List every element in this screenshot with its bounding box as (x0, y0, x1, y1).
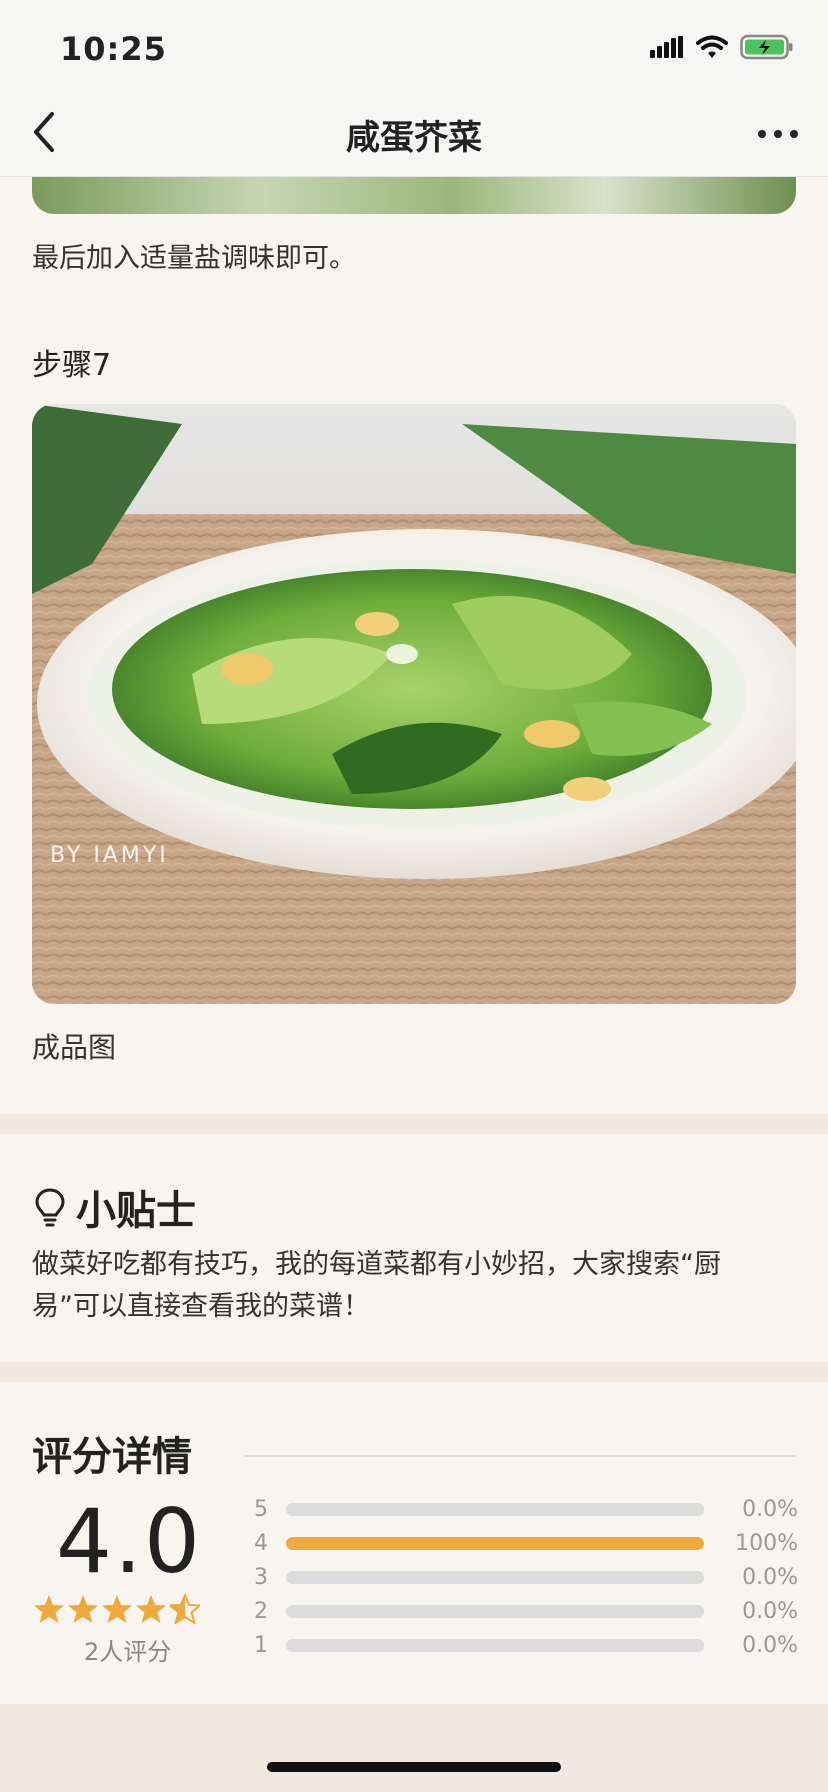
rating-row: 2 0.0% (254, 1594, 798, 1628)
previous-step-text: 最后加入适量盐调味即可。 (32, 243, 356, 274)
star-icon (136, 1595, 166, 1623)
signal-icon (650, 36, 683, 58)
battery-charging-icon (740, 34, 793, 60)
rating-row-label: 2 (254, 1598, 268, 1624)
rating-row-percent: 0.0% (742, 1496, 798, 1522)
home-indicator[interactable] (267, 1762, 561, 1772)
rating-bar (286, 1536, 704, 1550)
rating-row-percent: 0.0% (742, 1598, 798, 1624)
rating-divider-line (244, 1455, 796, 1457)
rating-bar (286, 1638, 704, 1652)
photo-watermark: BY IAMYI (50, 843, 169, 868)
rating-row-label: 4 (254, 1530, 268, 1556)
rating-distribution: 5 0.0% 4 100% 3 0.0% 2 0.0% 1 0.0% (254, 1492, 798, 1662)
previous-step-photo (32, 176, 796, 214)
star-rating (34, 1594, 200, 1624)
rating-row-percent: 0.0% (742, 1632, 798, 1658)
rating-bar-fill (286, 1536, 704, 1550)
page-title: 咸蛋芥菜 (346, 118, 482, 158)
more-dots-icon[interactable] (754, 112, 802, 152)
step-photo[interactable]: BY IAMYI (32, 404, 796, 1004)
star-icon (34, 1595, 64, 1623)
rating-count: 2人评分 (84, 1638, 172, 1666)
step-title: 步骤7 (32, 348, 112, 383)
step-caption: 成品图 (32, 1031, 117, 1064)
average-rating: 4.0 (56, 1490, 202, 1593)
lightbulb-icon (35, 1188, 65, 1227)
rating-row: 3 0.0% (254, 1560, 798, 1594)
status-time: 10:25 (60, 30, 167, 68)
tips-body: 做菜好吃都有技巧，我的每道菜都有小妙招，大家搜索“厨易”可以直接查看我的菜谱！ (32, 1249, 721, 1322)
tips-title: 小贴士 (76, 1188, 196, 1234)
status-icons (650, 34, 794, 60)
rating-bar (286, 1570, 704, 1584)
rating-title: 评分详情 (32, 1434, 192, 1480)
top-bar: 10:25 咸蛋芥菜 (0, 0, 828, 177)
rating-row: 5 0.0% (254, 1492, 798, 1526)
star-icon (102, 1595, 132, 1623)
rating-bar (286, 1604, 704, 1618)
section-divider (0, 1114, 828, 1134)
rating-row-percent: 100% (735, 1530, 798, 1556)
star-icon (68, 1595, 98, 1623)
star-icon (170, 1594, 200, 1624)
rating-row-label: 5 (254, 1496, 268, 1522)
rating-row-label: 3 (254, 1564, 268, 1590)
footer-band (0, 1704, 828, 1792)
rating-row: 1 0.0% (254, 1628, 798, 1662)
rating-row-label: 1 (254, 1632, 268, 1658)
section-divider (0, 1362, 828, 1382)
rating-bar (286, 1502, 704, 1516)
rating-row-percent: 0.0% (742, 1564, 798, 1590)
rating-row: 4 100% (254, 1526, 798, 1560)
wifi-icon (696, 35, 728, 58)
tips-heading: 小贴士 (34, 1178, 196, 1236)
